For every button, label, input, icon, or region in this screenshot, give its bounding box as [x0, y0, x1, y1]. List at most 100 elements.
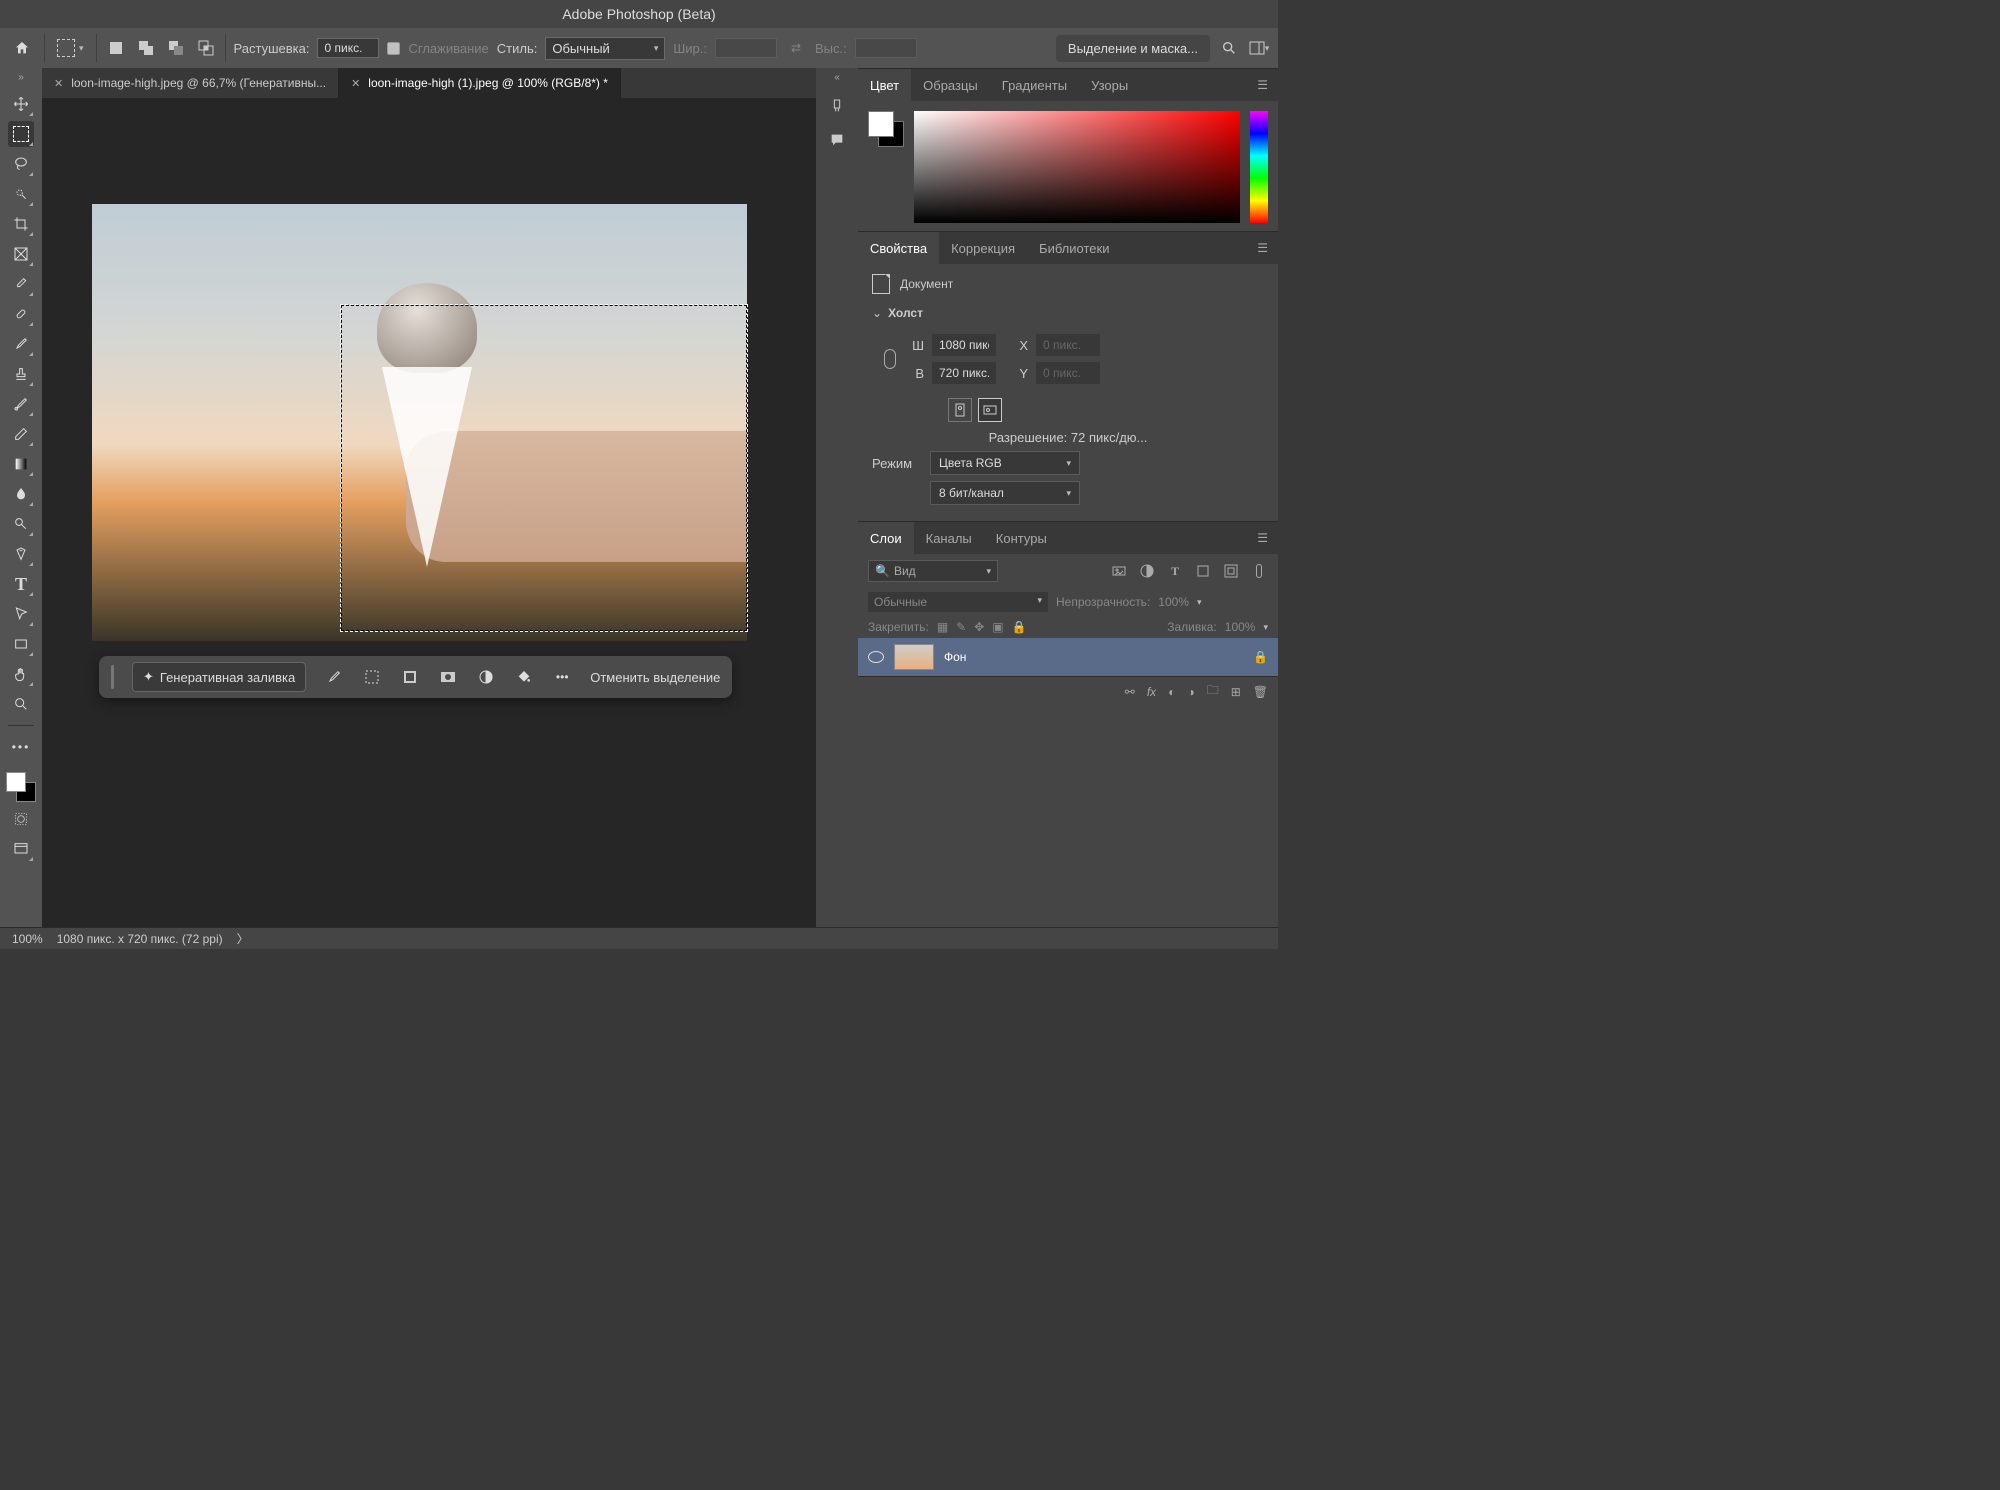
panel-menu-icon[interactable]: ☰	[1257, 531, 1278, 545]
generative-fill-button[interactable]: ✦ Генеративная заливка	[132, 662, 306, 692]
panel-menu-icon[interactable]: ☰	[1257, 78, 1278, 92]
hue-slider[interactable]	[1250, 111, 1268, 223]
healing-tool[interactable]	[8, 301, 34, 327]
frame-tool[interactable]	[8, 241, 34, 267]
layer-filter-select[interactable]: 🔍 Вид ▾	[868, 560, 998, 582]
tab-color[interactable]: Цвет	[858, 69, 911, 101]
link-layers-icon[interactable]: ⚯	[1125, 685, 1135, 699]
filter-adjust-icon[interactable]	[1138, 562, 1156, 580]
add-selection-icon[interactable]	[135, 37, 157, 59]
adjustment-layer-icon[interactable]: ◑	[1187, 685, 1194, 699]
quick-mask-icon[interactable]	[8, 806, 34, 832]
new-selection-icon[interactable]	[105, 37, 127, 59]
color-swatches[interactable]	[868, 111, 904, 147]
selection-marquee[interactable]	[340, 304, 748, 632]
lock-transparency-icon[interactable]: ▦	[937, 620, 948, 634]
eyedropper-tool[interactable]	[8, 271, 34, 297]
canvas-height-input[interactable]	[932, 362, 996, 384]
marquee-tool[interactable]	[8, 121, 34, 147]
portrait-button[interactable]	[948, 398, 972, 422]
tab-gradients[interactable]: Градиенты	[990, 69, 1079, 101]
canvas-stage[interactable]: ✦ Генеративная заливка ••• Отменить выде…	[42, 98, 816, 927]
move-tool[interactable]	[8, 91, 34, 117]
landscape-button[interactable]	[978, 398, 1002, 422]
screen-mode-icon[interactable]	[8, 836, 34, 862]
document-tab[interactable]: ✕ loon-image-high (1).jpeg @ 100% (RGB/8…	[339, 68, 621, 98]
tab-properties[interactable]: Свойства	[858, 232, 939, 264]
close-icon[interactable]: ✕	[351, 77, 360, 90]
style-select[interactable]: Обычный ▾	[545, 37, 665, 60]
modify-selection-icon[interactable]	[362, 667, 382, 687]
filter-shape-icon[interactable]	[1194, 562, 1212, 580]
edit-toolbar-icon[interactable]: •••	[8, 734, 34, 760]
tab-swatches[interactable]: Образцы	[911, 69, 990, 101]
foreground-color[interactable]	[6, 772, 26, 792]
canvas-accordion[interactable]: ⌄ Холст	[872, 306, 1264, 320]
color-mode-select[interactable]: Цвета RGB ▾	[930, 451, 1080, 475]
layer-name[interactable]: Фон	[944, 650, 966, 664]
visibility-icon[interactable]	[868, 651, 884, 663]
lock-icon[interactable]: 🔒	[1253, 650, 1268, 664]
chevron-right-icon[interactable]: 〉	[237, 930, 249, 947]
panel-menu-icon[interactable]: ☰	[1257, 241, 1278, 255]
filter-type-icon[interactable]: T	[1166, 562, 1184, 580]
subtract-selection-icon[interactable]	[165, 37, 187, 59]
zoom-level[interactable]: 100%	[12, 932, 43, 946]
type-tool[interactable]: T	[8, 571, 34, 597]
tab-paths[interactable]: Контуры	[984, 522, 1059, 554]
dodge-tool[interactable]	[8, 511, 34, 537]
bit-depth-select[interactable]: 8 бит/канал ▾	[930, 481, 1080, 505]
color-field[interactable]	[914, 111, 1240, 223]
lock-paint-icon[interactable]: ✎	[956, 620, 966, 634]
select-and-mask-button[interactable]: Выделение и маска...	[1056, 35, 1210, 62]
filter-pixel-icon[interactable]	[1110, 562, 1128, 580]
filter-smart-icon[interactable]	[1222, 562, 1240, 580]
pen-tool[interactable]	[8, 541, 34, 567]
lasso-tool[interactable]	[8, 151, 34, 177]
fx-icon[interactable]: fx	[1147, 685, 1156, 699]
eraser-tool[interactable]	[8, 421, 34, 447]
tab-layers[interactable]: Слои	[858, 522, 914, 554]
gradient-tool[interactable]	[8, 451, 34, 477]
lock-all-icon[interactable]: 🔒	[1012, 620, 1027, 634]
crop-tool[interactable]	[8, 211, 34, 237]
drag-handle-icon[interactable]	[111, 665, 114, 689]
history-brush-tool[interactable]	[8, 391, 34, 417]
close-icon[interactable]: ✕	[54, 77, 63, 90]
search-icon[interactable]	[1218, 37, 1240, 59]
layer-item[interactable]: Фон 🔒	[858, 638, 1278, 676]
layer-thumbnail[interactable]	[894, 644, 934, 670]
mask-icon[interactable]: ◐	[1168, 685, 1175, 699]
rectangle-tool[interactable]	[8, 631, 34, 657]
deselect-button[interactable]: Отменить выделение	[590, 670, 720, 685]
adjustment-icon[interactable]	[476, 667, 496, 687]
tab-patterns[interactable]: Узоры	[1079, 69, 1140, 101]
expand-tools-icon[interactable]: »	[18, 72, 24, 83]
comments-icon[interactable]	[826, 129, 848, 151]
brush-tool[interactable]	[8, 331, 34, 357]
link-icon[interactable]	[884, 349, 896, 369]
color-swatches[interactable]	[6, 772, 36, 802]
feather-input[interactable]	[317, 38, 379, 58]
hand-tool[interactable]	[8, 661, 34, 687]
invert-selection-icon[interactable]	[400, 667, 420, 687]
document-tab[interactable]: ✕ loon-image-high.jpeg @ 66,7% (Генерати…	[42, 68, 339, 98]
workspace-icon[interactable]: ▾	[1248, 37, 1270, 59]
more-icon[interactable]: •••	[552, 667, 572, 687]
intersect-selection-icon[interactable]	[195, 37, 217, 59]
document-dimensions[interactable]: 1080 пикс. x 720 пикс. (72 ppi)	[57, 932, 223, 946]
group-icon[interactable]: 🗀	[1207, 681, 1219, 702]
current-tool-indicator[interactable]: ▾	[53, 35, 88, 61]
new-layer-icon[interactable]: ⊞	[1231, 685, 1241, 699]
collapse-icon[interactable]: «	[834, 72, 840, 83]
tab-libraries[interactable]: Библиотеки	[1027, 232, 1121, 264]
lock-position-icon[interactable]: ✥	[974, 620, 984, 634]
mask-icon[interactable]	[438, 667, 458, 687]
blur-tool[interactable]	[8, 481, 34, 507]
quick-select-tool[interactable]	[8, 181, 34, 207]
tab-adjustments[interactable]: Коррекция	[939, 232, 1027, 264]
fill-icon[interactable]	[514, 667, 534, 687]
tab-channels[interactable]: Каналы	[914, 522, 984, 554]
foreground-swatch[interactable]	[868, 111, 894, 137]
delete-icon[interactable]: 🗑	[1253, 685, 1268, 699]
